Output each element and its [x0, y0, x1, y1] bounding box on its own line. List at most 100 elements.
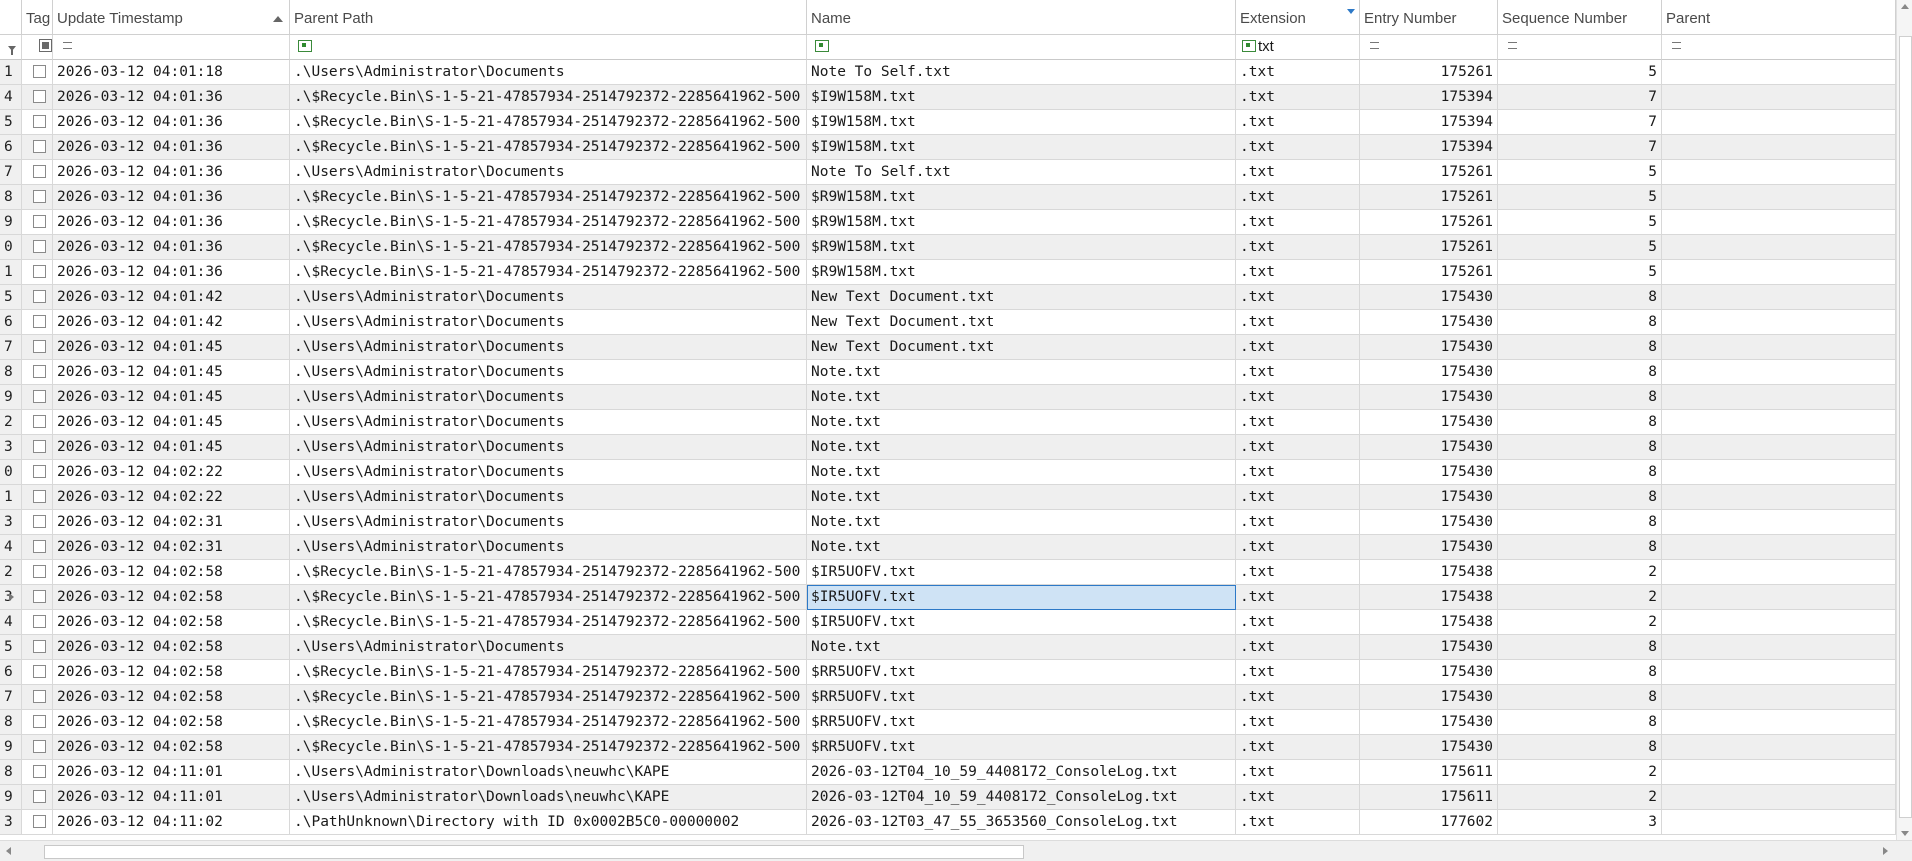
scroll-up-icon[interactable] [1901, 4, 1909, 9]
cell-parent[interactable] [1662, 460, 1896, 485]
cell-name[interactable]: Note To Self.txt [807, 160, 1236, 185]
cell-parent-path[interactable]: .\Users\Administrator\Documents [290, 385, 807, 410]
cell-update-timestamp[interactable]: 2026-03-12 04:02:58 [53, 735, 290, 760]
cell-extension[interactable]: .txt [1236, 135, 1360, 160]
table-row[interactable]: 5 2026-03-12 04:01:36 .\$Recycle.Bin\S-1-5… [0, 110, 1912, 135]
cell-extension[interactable]: .txt [1236, 285, 1360, 310]
tag-filter-checkbox-icon[interactable] [39, 39, 52, 52]
tag-checkbox[interactable] [33, 639, 46, 653]
cell-parent[interactable] [1662, 385, 1896, 410]
cell-extension[interactable]: .txt [1236, 335, 1360, 360]
cell-parent-path[interactable]: .\$Recycle.Bin\S-1-5-21-47857934-2514792… [290, 235, 807, 260]
row-number[interactable]: 1 [0, 260, 22, 285]
row-number[interactable]: 0 [0, 460, 22, 485]
tag-checkbox[interactable] [33, 364, 46, 378]
table-row[interactable]: 1 2026-03-12 04:01:36 .\$Recycle.Bin\S-1-5… [0, 260, 1912, 285]
row-number[interactable]: 0 [0, 235, 22, 260]
cell-parent-path[interactable]: .\Users\Administrator\Documents [290, 160, 807, 185]
cell-extension[interactable]: .txt [1236, 785, 1360, 810]
cell-extension[interactable]: .txt [1236, 360, 1360, 385]
filter-extension[interactable]: txt [1236, 35, 1360, 60]
cell-name[interactable]: Note.txt [807, 460, 1236, 485]
filter-entry-number[interactable] [1360, 35, 1498, 60]
cell-update-timestamp[interactable]: 2026-03-12 04:01:45 [53, 360, 290, 385]
row-number[interactable]: 4 [0, 610, 22, 635]
cell-update-timestamp[interactable]: 2026-03-12 04:02:58 [53, 585, 290, 610]
cell-extension[interactable]: .txt [1236, 735, 1360, 760]
cell-sequence-number[interactable]: 2 [1498, 585, 1662, 610]
cell-parent-path[interactable]: .\$Recycle.Bin\S-1-5-21-47857934-2514792… [290, 185, 807, 210]
tag-checkbox[interactable] [33, 89, 46, 103]
column-header-parent[interactable]: Parent [1662, 0, 1896, 35]
row-number[interactable]: 7 [0, 160, 22, 185]
cell-sequence-number[interactable]: 8 [1498, 360, 1662, 385]
cell-parent-path[interactable]: .\$Recycle.Bin\S-1-5-21-47857934-2514792… [290, 735, 807, 760]
cell-entry-number[interactable]: 175430 [1360, 335, 1498, 360]
cell-update-timestamp[interactable]: 2026-03-12 04:01:36 [53, 135, 290, 160]
row-number[interactable]: 1 [0, 60, 22, 85]
table-row[interactable]: 3 2026-03-12 04:01:45 .\Users\Administrato… [0, 435, 1912, 460]
column-header-parent-path[interactable]: Parent Path [290, 0, 807, 35]
cell-parent[interactable] [1662, 210, 1896, 235]
cell-extension[interactable]: .txt [1236, 660, 1360, 685]
tag-checkbox[interactable] [33, 264, 46, 278]
cell-name[interactable]: $RR5UOFV.txt [807, 685, 1236, 710]
cell-sequence-number[interactable]: 8 [1498, 385, 1662, 410]
filter-sequence-number[interactable] [1498, 35, 1662, 60]
cell-name[interactable]: $I9W158M.txt [807, 110, 1236, 135]
cell-extension[interactable]: .txt [1236, 810, 1360, 835]
cell-sequence-number[interactable]: 8 [1498, 335, 1662, 360]
tag-checkbox[interactable] [33, 539, 46, 553]
cell-update-timestamp[interactable]: 2026-03-12 04:01:18 [53, 60, 290, 85]
column-header-sequence-number[interactable]: Sequence Number [1498, 0, 1662, 35]
cell-parent-path[interactable]: .\$Recycle.Bin\S-1-5-21-47857934-2514792… [290, 585, 807, 610]
cell-sequence-number[interactable]: 8 [1498, 660, 1662, 685]
cell-parent[interactable] [1662, 410, 1896, 435]
row-number[interactable]: 5 [0, 285, 22, 310]
table-row[interactable]: 6 2026-03-12 04:01:42 .\Users\Administrato… [0, 310, 1912, 335]
cell-update-timestamp[interactable]: 2026-03-12 04:01:42 [53, 310, 290, 335]
row-number[interactable]: 9 [0, 735, 22, 760]
horizontal-scroll-thumb[interactable] [44, 845, 1024, 859]
row-number[interactable]: 3 [0, 435, 22, 460]
cell-parent[interactable] [1662, 285, 1896, 310]
row-number[interactable]: 6 [0, 310, 22, 335]
cell-parent[interactable] [1662, 60, 1896, 85]
cell-sequence-number[interactable]: 5 [1498, 260, 1662, 285]
cell-parent[interactable] [1662, 560, 1896, 585]
cell-name[interactable]: $IR5UOFV.txt [807, 560, 1236, 585]
row-number[interactable]: 8 [0, 760, 22, 785]
cell-parent-path[interactable]: .\Users\Administrator\Documents [290, 510, 807, 535]
cell-extension[interactable]: .txt [1236, 110, 1360, 135]
cell-parent[interactable] [1662, 85, 1896, 110]
cell-parent-path[interactable]: .\Users\Administrator\Documents [290, 460, 807, 485]
cell-parent-path[interactable]: .\Users\Administrator\Documents [290, 485, 807, 510]
cell-name[interactable]: $I9W158M.txt [807, 135, 1236, 160]
cell-sequence-number[interactable]: 8 [1498, 635, 1662, 660]
cell-parent[interactable] [1662, 335, 1896, 360]
cell-sequence-number[interactable]: 3 [1498, 810, 1662, 835]
tag-checkbox[interactable] [33, 564, 46, 578]
cell-entry-number[interactable]: 175430 [1360, 510, 1498, 535]
cell-extension[interactable]: .txt [1236, 510, 1360, 535]
tag-checkbox[interactable] [33, 189, 46, 203]
tag-checkbox[interactable] [33, 514, 46, 528]
cell-parent-path[interactable]: .\Users\Administrator\Downloads\neuwhc\K… [290, 760, 807, 785]
table-row[interactable]: 9 2026-03-12 04:01:36 .\$Recycle.Bin\S-1-5… [0, 210, 1912, 235]
cell-name[interactable]: 2026-03-12T03_47_55_3653560_ConsoleLog.t… [807, 810, 1236, 835]
cell-sequence-number[interactable]: 5 [1498, 160, 1662, 185]
cell-parent-path[interactable]: .\Users\Administrator\Documents [290, 310, 807, 335]
cell-entry-number[interactable]: 175430 [1360, 710, 1498, 735]
cell-parent[interactable] [1662, 535, 1896, 560]
cell-sequence-number[interactable]: 8 [1498, 735, 1662, 760]
cell-parent[interactable] [1662, 585, 1896, 610]
cell-name[interactable]: New Text Document.txt [807, 310, 1236, 335]
cell-extension[interactable]: .txt [1236, 610, 1360, 635]
filter-parent-path[interactable] [290, 35, 807, 60]
tag-checkbox[interactable] [33, 139, 46, 153]
cell-parent[interactable] [1662, 660, 1896, 685]
tag-checkbox[interactable] [33, 664, 46, 678]
cell-extension[interactable]: .txt [1236, 85, 1360, 110]
cell-extension[interactable]: .txt [1236, 435, 1360, 460]
row-number[interactable]: 8 [0, 710, 22, 735]
